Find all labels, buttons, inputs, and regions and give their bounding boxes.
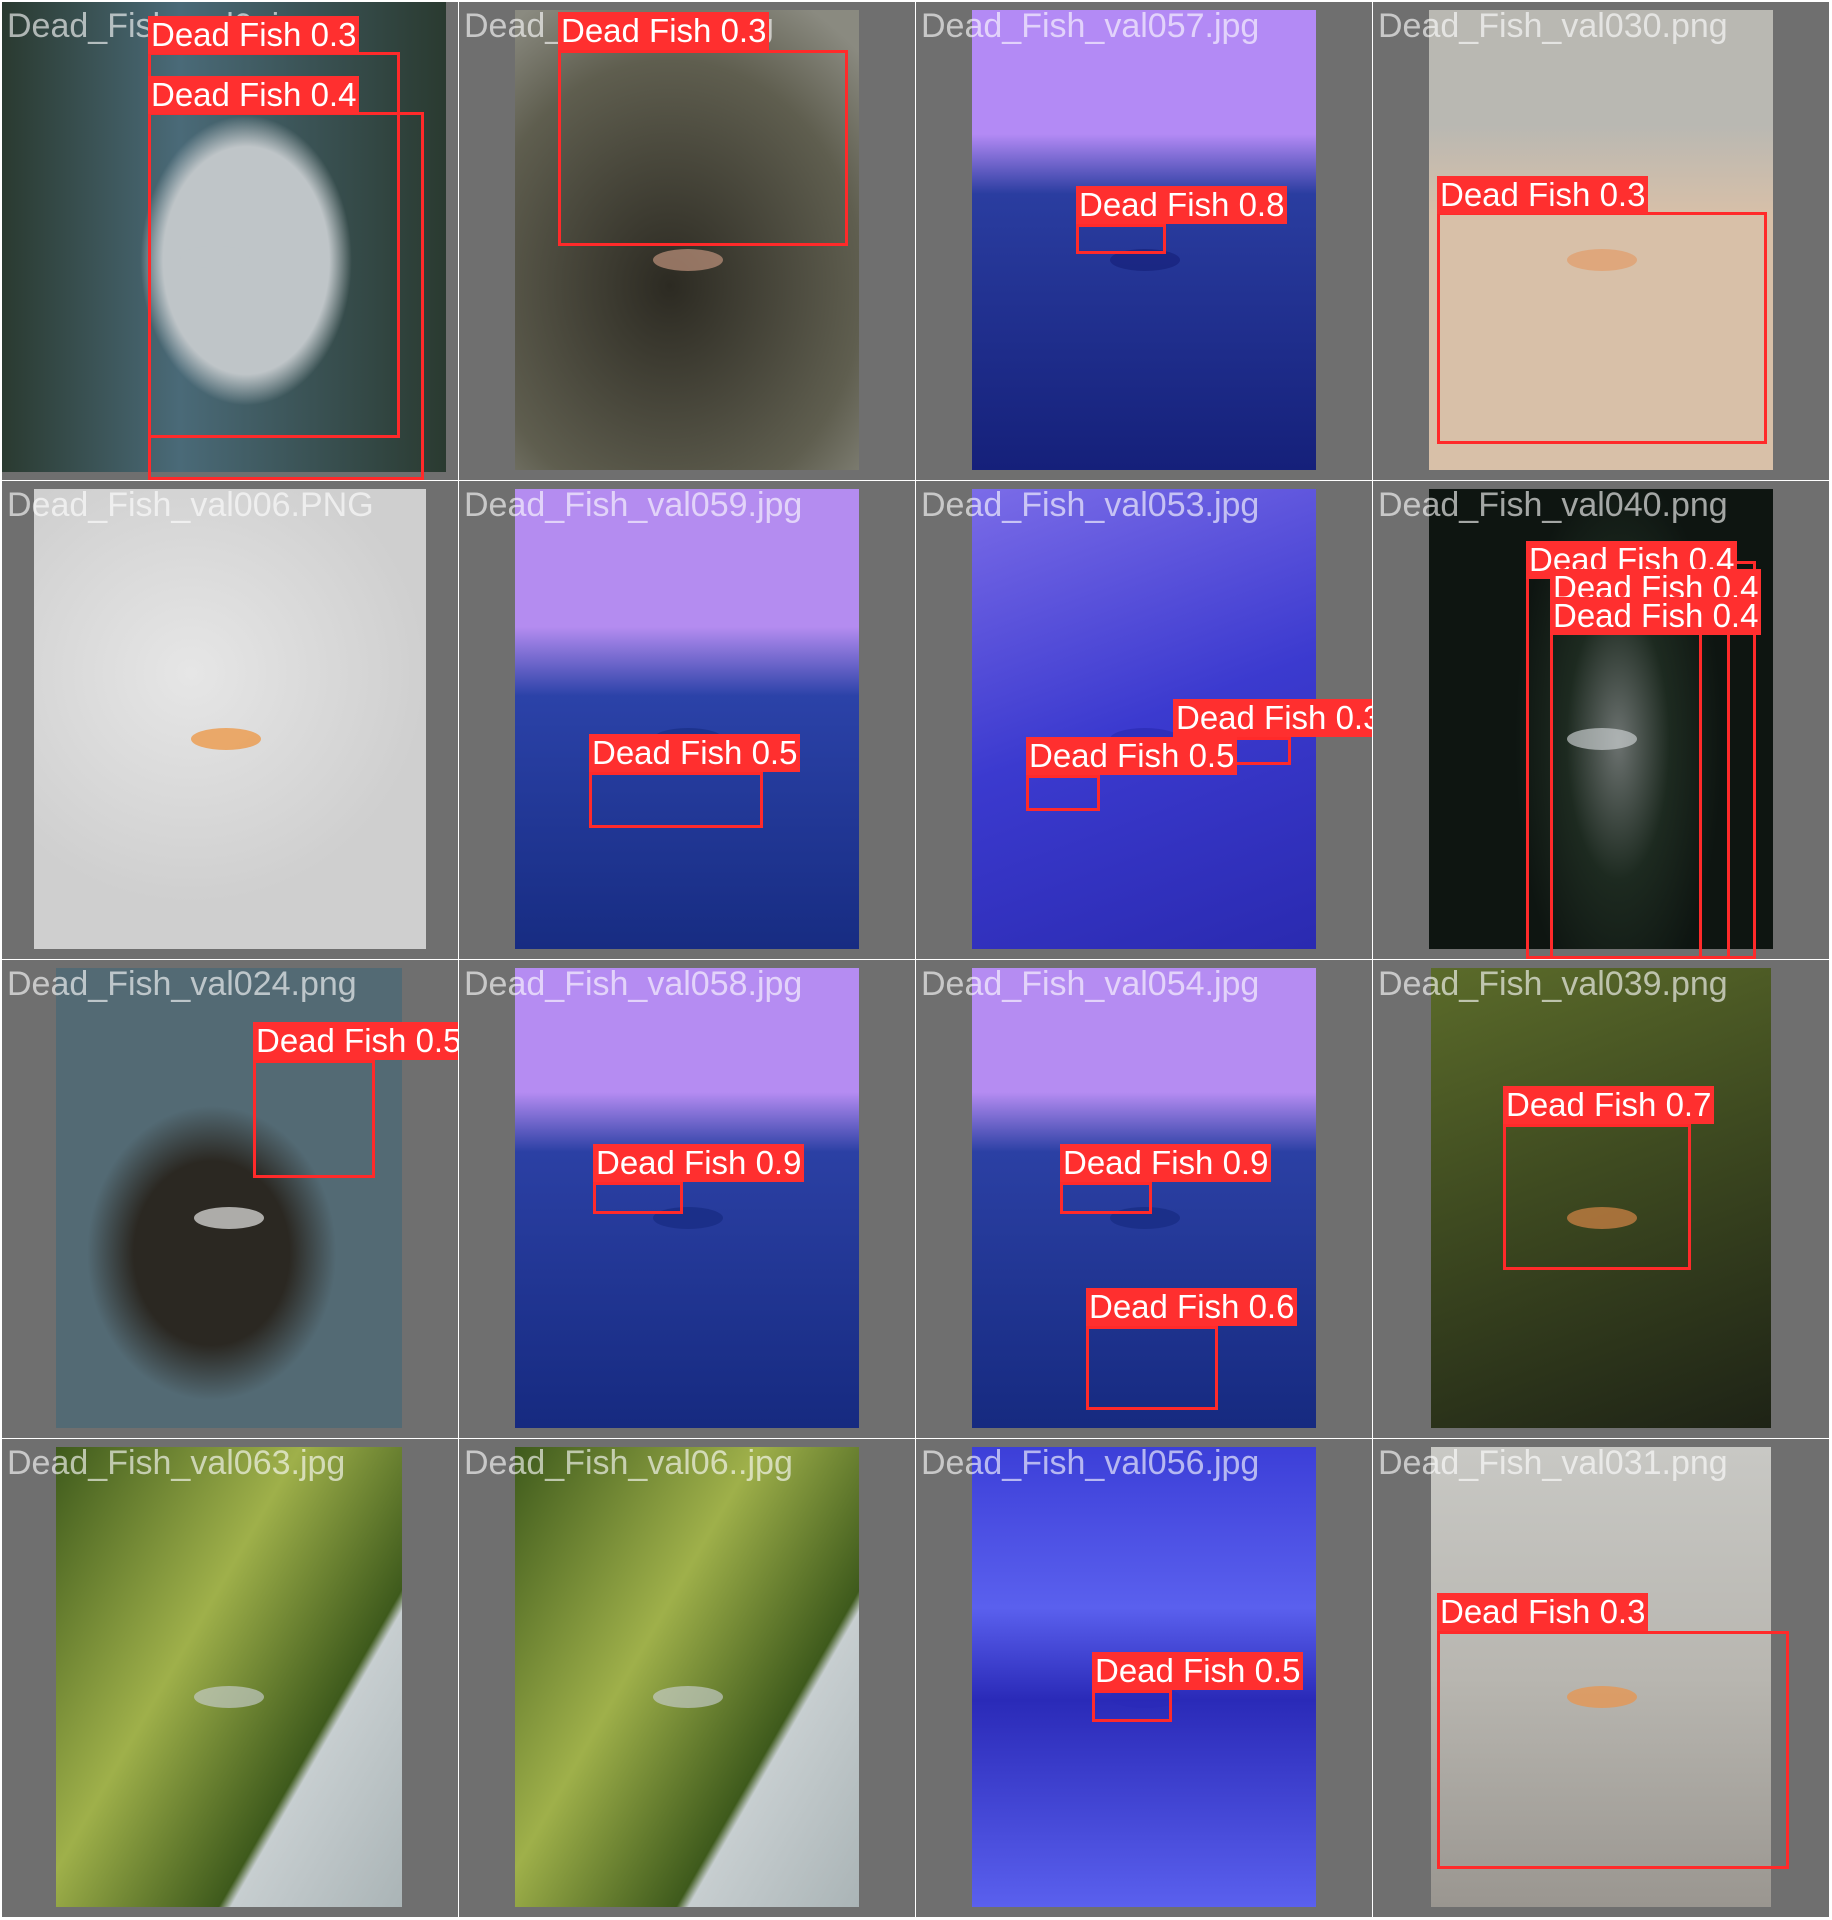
result-tile: Dead_Fish_val06..jpg: [459, 1439, 915, 1917]
image-filename: Dead_Fish_val031.png: [1378, 1444, 1728, 1482]
image-filename: Dead_Fish_val040.png: [1378, 486, 1728, 524]
detection-box: [1550, 613, 1702, 959]
image-filename: Dead_Fish_val06..jpg: [464, 1444, 793, 1482]
result-tile: Dead_Fish_val063.jpg: [2, 1439, 458, 1917]
detection-box: [593, 1182, 683, 1214]
detection-label: Dead Fish 0.6: [1086, 1288, 1298, 1326]
image-filename: Dead_Fish_val024.png: [7, 965, 357, 1003]
detection-label: Dead Fish 0.8: [1076, 186, 1288, 224]
detection-label: Dead Fish 0.5: [589, 734, 801, 772]
detection-label: Dead Fish 0.3: [558, 12, 770, 50]
fish-shape: [653, 1686, 723, 1708]
detection-label: Dead Fish 0.4: [148, 76, 360, 114]
fish-photo: [515, 1447, 859, 1907]
result-tile: Dead_Fish_val024.png Dead Fish 0.5: [2, 960, 458, 1438]
detection-box: [253, 1060, 375, 1178]
image-filename: Dead_Fish_val054.jpg: [921, 965, 1260, 1003]
detection-box: [1076, 224, 1166, 254]
result-tile: Dead_Fish_val056.jpg Dead Fish 0.5: [916, 1439, 1372, 1917]
detection-box: [1437, 1631, 1789, 1869]
detection-label: Dead Fish 0.5: [1092, 1652, 1304, 1690]
detection-label: Dead Fish 0.4: [1550, 597, 1762, 635]
result-tile: Dead_Fish_val054.jpg Dead Fish 0.9 Dead Fi…: [916, 960, 1372, 1438]
result-tile: Dead_Fish_val053.jpg Dead Fish 0.3 Dead Fi…: [916, 481, 1372, 959]
result-tile: Dead_Fish_val040.png Dead Fish 0.4 Dead Fi…: [1373, 481, 1829, 959]
result-tile: Dead_Fish_val0..jpgDead Fish 0.3: [459, 2, 915, 480]
detection-label: Dead Fish 0.9: [593, 1144, 805, 1182]
detection-box: [1086, 1326, 1218, 1410]
detection-label: Dead Fish 0.5: [1026, 737, 1238, 775]
result-tile: Dead_Fish_val059.jpg Dead Fish 0.5: [459, 481, 915, 959]
result-tile: Dead_Fish_val058.jpg Dead Fish 0.9: [459, 960, 915, 1438]
result-tile: Dead_Fish_val039.png Dead Fish 0.7: [1373, 960, 1829, 1438]
detection-label: Dead Fish 0.3: [148, 16, 360, 54]
detection-label: Dead Fish 0.3: [1437, 176, 1649, 214]
result-tile: Dead_Fish_val030.png Dead Fish 0.3: [1373, 2, 1829, 480]
fish-photo: [56, 1447, 402, 1907]
detection-label: Dead Fish 0.3: [1173, 699, 1372, 737]
result-tile: Dead_Fish_val031.png Dead Fish 0.3: [1373, 1439, 1829, 1917]
detection-label: Dead Fish 0.3: [1437, 1593, 1649, 1631]
detection-box: [1026, 775, 1100, 811]
detection-label: Dead Fish 0.7: [1503, 1086, 1715, 1124]
detection-label: Dead Fish 0.9: [1060, 1144, 1272, 1182]
detection-box: [1437, 212, 1767, 444]
image-filename: Dead_Fish_val063.jpg: [7, 1444, 346, 1482]
result-tile: Dead_Fish_val006.PNG: [2, 481, 458, 959]
image-filename: Dead_Fish_val056.jpg: [921, 1444, 1260, 1482]
image-filename: Dead_Fish_val030.png: [1378, 7, 1728, 45]
image-filename: Dead_Fish_val006.PNG: [7, 486, 374, 524]
fish-photo: [34, 489, 426, 949]
detection-box: [1092, 1690, 1172, 1722]
detection-box: [1060, 1182, 1152, 1214]
fish-shape: [191, 728, 261, 750]
detection-box: [1503, 1124, 1691, 1270]
detection-box: [148, 112, 424, 480]
result-tile: Dead_Fish_val0..jpgDead Fish 0.3Dead Fis…: [2, 2, 458, 480]
fish-photo: [515, 968, 859, 1428]
image-filename: Dead_Fish_val059.jpg: [464, 486, 803, 524]
fish-shape: [194, 1207, 264, 1229]
detection-grid: Dead_Fish_val0..jpgDead Fish 0.3Dead Fis…: [0, 0, 1832, 1920]
fish-photo: [515, 489, 859, 949]
image-filename: Dead_Fish_val039.png: [1378, 965, 1728, 1003]
image-filename: Dead_Fish_val058.jpg: [464, 965, 803, 1003]
result-tile: Dead_Fish_val057.jpg Dead Fish 0.8: [916, 2, 1372, 480]
image-filename: Dead_Fish_val057.jpg: [921, 7, 1260, 45]
image-filename: Dead_Fish_val053.jpg: [921, 486, 1260, 524]
fish-shape: [194, 1686, 264, 1708]
detection-box: [558, 50, 848, 246]
detection-box: [589, 772, 763, 828]
fish-shape: [653, 249, 723, 271]
detection-label: Dead Fish 0.5: [253, 1022, 458, 1060]
